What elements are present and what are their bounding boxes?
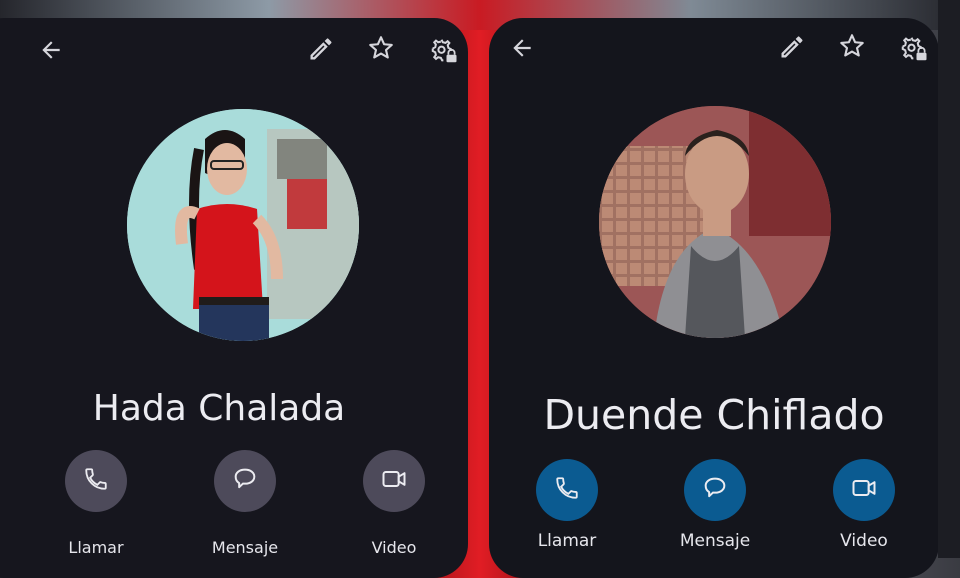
settings-lock-icon[interactable] xyxy=(899,34,929,64)
call-label: Llamar xyxy=(68,538,124,557)
right-edge-background xyxy=(938,0,960,558)
edit-pencil-icon[interactable] xyxy=(307,35,335,63)
video-icon xyxy=(380,465,408,498)
phone-icon xyxy=(554,475,580,506)
message-icon xyxy=(701,474,729,507)
message-label: Mensaje xyxy=(679,531,751,551)
contact-avatar xyxy=(127,109,359,341)
call-button[interactable] xyxy=(65,450,127,512)
left-contact-card: Hada Chalada Llamar Mensaje Video xyxy=(0,18,468,578)
star-icon[interactable] xyxy=(838,32,866,60)
back-arrow-icon[interactable] xyxy=(38,37,64,63)
message-button[interactable] xyxy=(684,459,746,521)
edit-pencil-icon[interactable] xyxy=(778,33,806,61)
settings-lock-icon[interactable] xyxy=(429,36,459,66)
video-label: Video xyxy=(371,538,417,557)
star-icon[interactable] xyxy=(367,34,395,62)
call-label: Llamar xyxy=(537,531,597,551)
video-button[interactable] xyxy=(363,450,425,512)
video-button[interactable] xyxy=(833,459,895,521)
contact-name: Duende Chiflado xyxy=(543,391,885,439)
video-label: Video xyxy=(840,531,888,551)
call-button[interactable] xyxy=(536,459,598,521)
contact-name: Hada Chalada xyxy=(92,388,346,429)
contact-avatar xyxy=(599,106,831,338)
message-button[interactable] xyxy=(214,450,276,512)
message-icon xyxy=(231,465,259,498)
video-icon xyxy=(850,474,878,507)
message-label: Mensaje xyxy=(211,538,279,557)
phone-icon xyxy=(83,466,109,497)
back-arrow-icon[interactable] xyxy=(509,35,535,61)
right-contact-card: Duende Chiflado Llamar Mensaje Video xyxy=(489,18,939,578)
